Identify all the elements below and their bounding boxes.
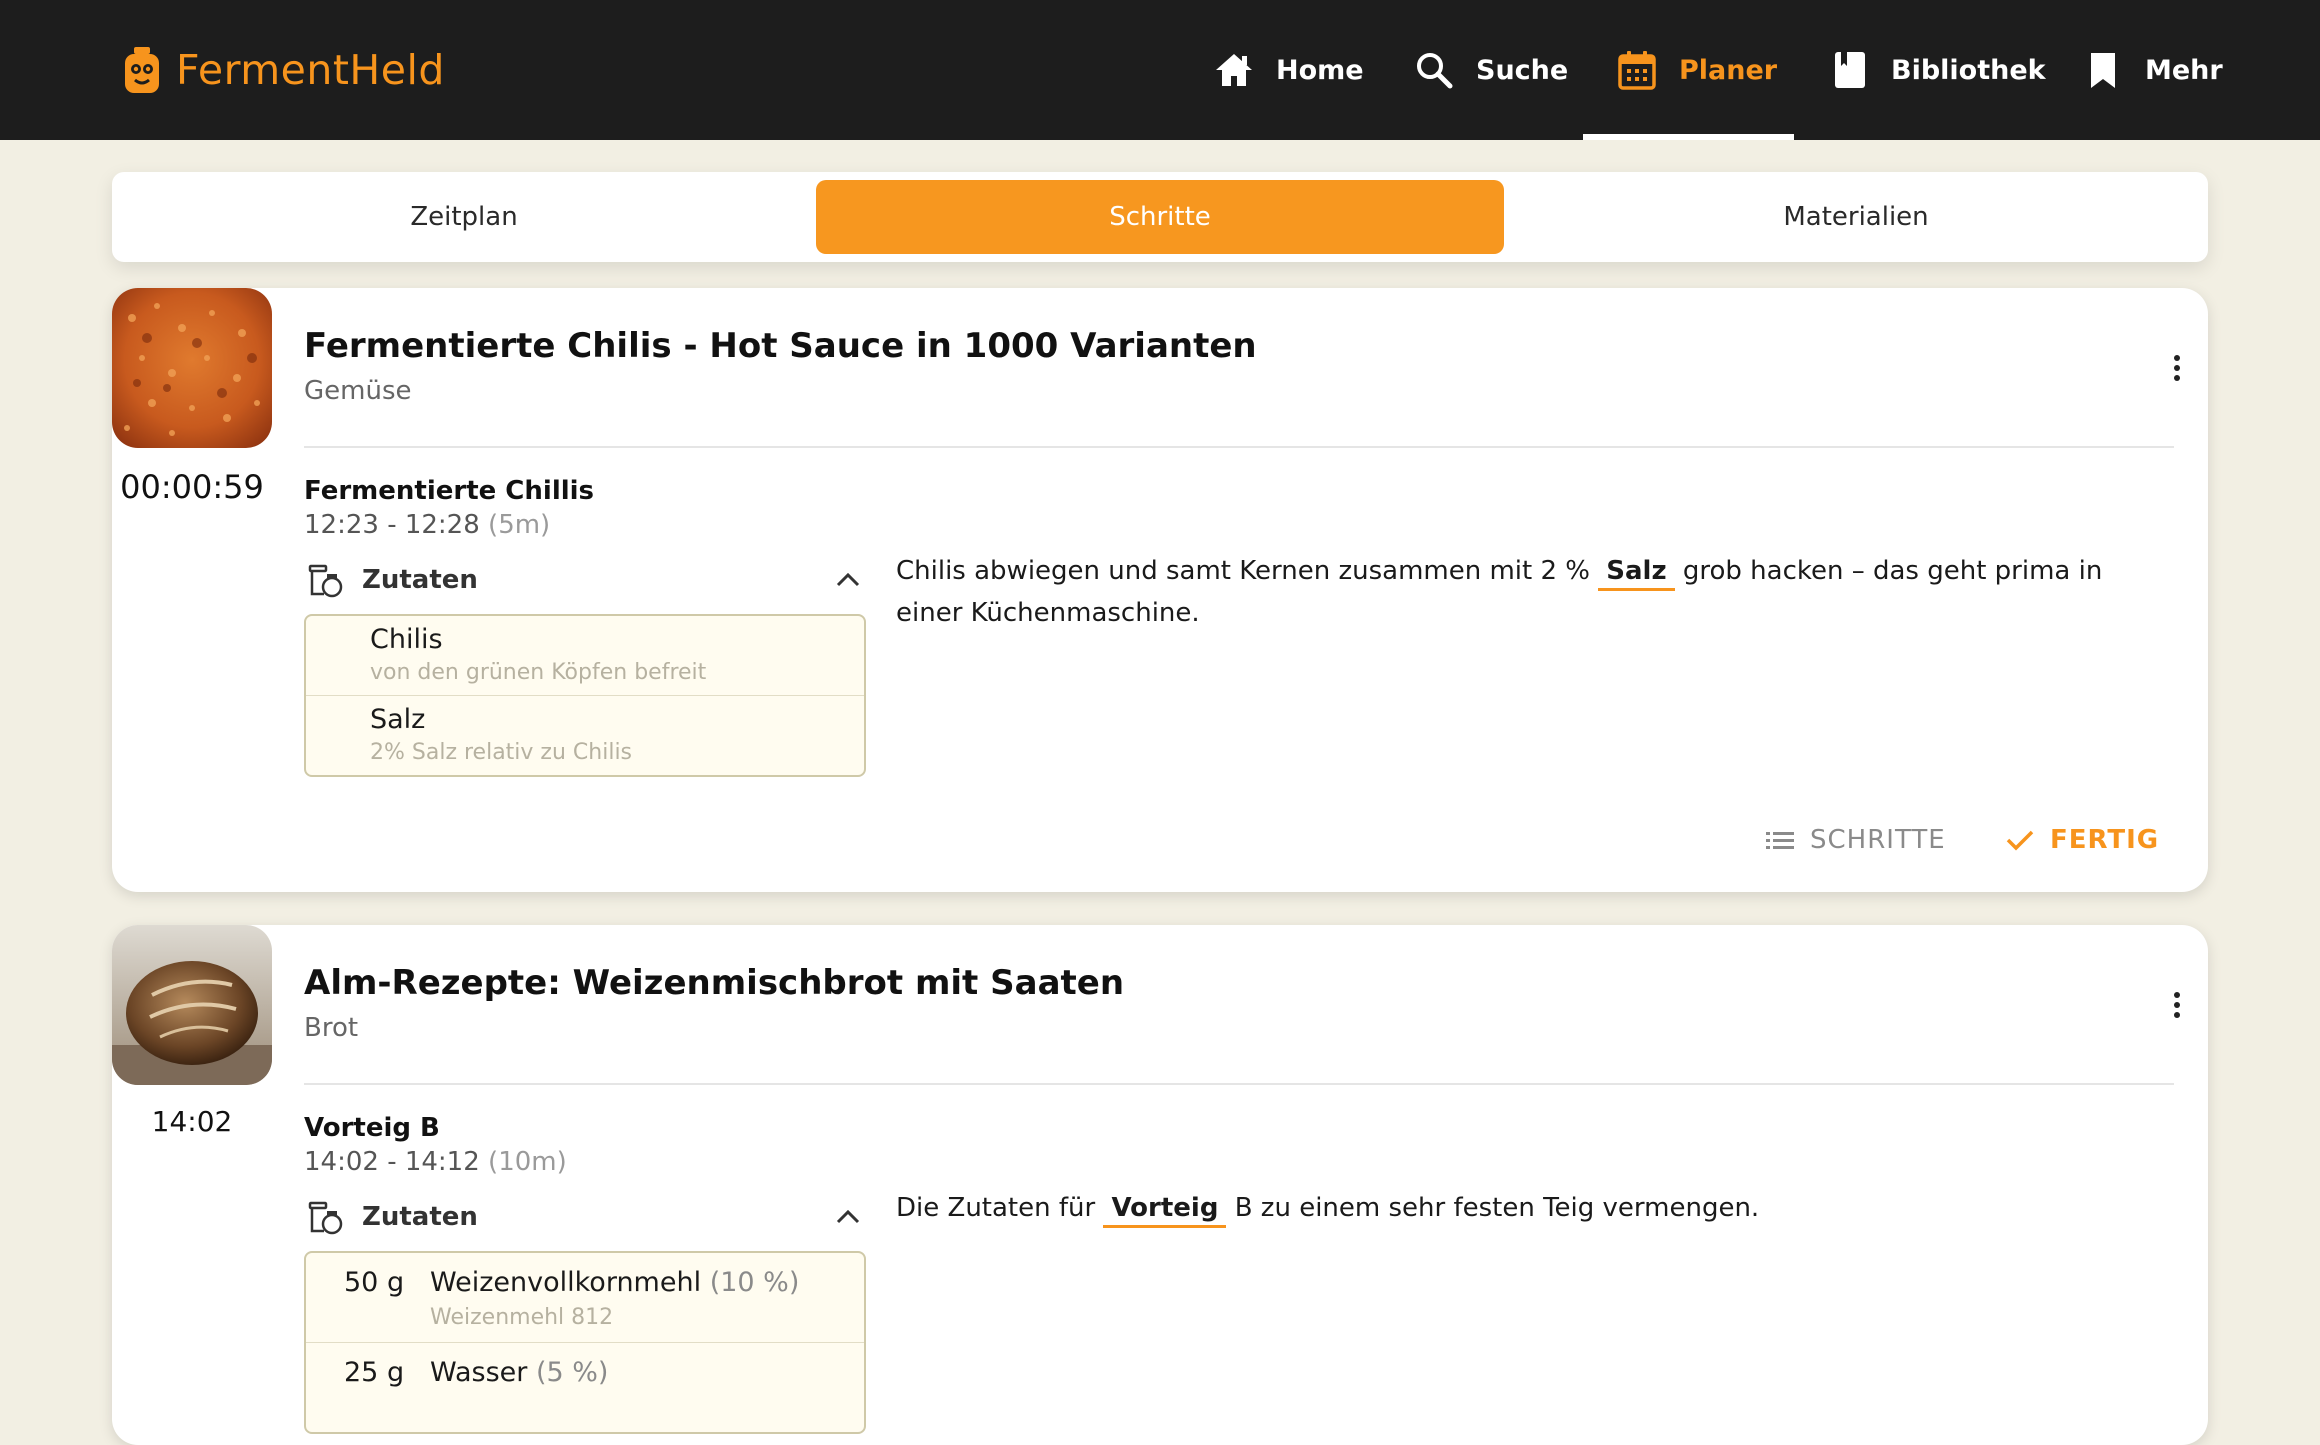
recipe-category: Brot (304, 1013, 359, 1043)
ingredient-name: Weizenvollkornmehl (430, 1267, 702, 1298)
jar-icon (308, 1201, 343, 1235)
ingredients-list: 50 g Weizenvollkornmehl (10 %) Weizenmeh… (304, 1251, 866, 1434)
book-icon (1835, 52, 1865, 88)
ingredient-row: Chilis von den grünen Köpfen befreit (306, 616, 864, 696)
ingredient-link-salz[interactable]: Salz (1598, 554, 1675, 591)
tab-schritte[interactable]: Schritte (816, 180, 1504, 254)
nav-planer-label: Planer (1679, 54, 1778, 86)
recipe-thumbnail-bread[interactable] (112, 925, 272, 1085)
app-logo[interactable]: FermentHeld (122, 40, 445, 100)
ingredient-row: Salz 2% Salz relativ zu Chilis (306, 696, 864, 775)
nav-bibliothek[interactable]: Bibliothek (1829, 0, 2046, 140)
step-start-time: 14:02 (151, 1105, 233, 1138)
nav-planer[interactable]: Planer (1617, 0, 1777, 140)
instruction-text: Chilis abwiegen und samt Kernen zusammen… (896, 556, 1599, 586)
checkmark-icon (2006, 830, 2034, 851)
nav-search-label: Suche (1476, 54, 1569, 86)
more-options-icon[interactable] (2172, 991, 2182, 1019)
ingredients-toggle[interactable]: Zutaten (304, 1195, 864, 1239)
step-duration: (5m) (488, 510, 551, 540)
nav-mehr-label: Mehr (2145, 54, 2223, 86)
recipe-thumbnail-chili[interactable] (112, 288, 272, 448)
ingredients-list: Chilis von den grünen Köpfen befreit Sal… (304, 614, 866, 777)
step-timer: 00:00:59 (120, 468, 264, 506)
step-time-range: 14:02 - 14:12 (304, 1147, 480, 1177)
ingredients-toggle[interactable]: Zutaten (304, 558, 864, 602)
instruction-text: B zu einem sehr festen Teig vermengen. (1226, 1193, 1760, 1223)
nav-home-label: Home (1276, 54, 1364, 86)
ingredient-row: 50 g Weizenvollkornmehl (10 %) Weizenmeh… (306, 1253, 864, 1343)
bread-loaf-image (112, 925, 272, 1085)
more-options-icon[interactable] (2172, 354, 2182, 382)
recipe-step-card: 00:00:59 Fermentierte Chilis - Hot Sauce… (112, 288, 2208, 892)
jar-mascot-icon (125, 47, 159, 93)
view-tabs: Zeitplan Schritte Materialien (112, 172, 2208, 262)
ingredient-quantity: 50 g (344, 1267, 405, 1298)
ingredients-label: Zutaten (362, 1202, 478, 1232)
chevron-up-icon (836, 572, 860, 587)
ingredient-name: Chilis (370, 624, 443, 655)
chevron-up-icon (836, 1209, 860, 1224)
ingredient-row: 25 g Wasser (5 %) (306, 1343, 864, 1432)
done-button-label: FERTIG (2050, 825, 2160, 855)
ingredient-percent: (10 %) (709, 1267, 800, 1298)
card-divider (304, 1083, 2174, 1085)
step-time-range: 12:23 - 12:28 (304, 510, 480, 540)
ingredient-quantity: 25 g (344, 1357, 405, 1388)
recipe-title: Alm-Rezepte: Weizenmischbrot mit Saaten (304, 963, 1125, 1003)
ingredient-name: Salz (370, 704, 426, 735)
step-duration: (10m) (488, 1147, 567, 1177)
tab-zeitplan[interactable]: Zeitplan (112, 180, 816, 254)
calendar-icon (1618, 51, 1656, 90)
step-time: 14:02 - 14:12 (10m) (304, 1147, 567, 1177)
step-time: 12:23 - 12:28 (5m) (304, 510, 550, 540)
ingredient-note: von den grünen Köpfen befreit (370, 660, 707, 685)
jar-icon (308, 564, 343, 598)
ingredient-note: Weizenmehl 812 (430, 1305, 614, 1330)
ingredient-percent: (5 %) (535, 1357, 609, 1388)
nav-search[interactable]: Suche (1414, 0, 1568, 140)
bookmark-icon (2091, 53, 2115, 88)
ingredient-note: 2% Salz relativ zu Chilis (370, 740, 633, 765)
steps-button[interactable]: SCHRITTE (1764, 824, 1946, 856)
step-name: Vorteig B (304, 1113, 440, 1143)
recipe-title: Fermentierte Chilis - Hot Sauce in 1000 … (304, 326, 1257, 366)
nav-home[interactable]: Home (1214, 0, 1364, 140)
top-navigation-bar: FermentHeld Home Suche Planer Bibliothek… (0, 0, 2320, 140)
app-name: FermentHeld (176, 46, 445, 94)
card-divider (304, 446, 2174, 448)
done-button[interactable]: FERTIG (2004, 824, 2159, 856)
step-instruction: Chilis abwiegen und samt Kernen zusammen… (896, 550, 2156, 634)
nav-bibliothek-label: Bibliothek (1891, 54, 2046, 86)
ingredient-name-wrap: Wasser (5 %) (430, 1357, 608, 1388)
active-nav-indicator (1583, 134, 1794, 140)
ingredients-label: Zutaten (362, 565, 478, 595)
ingredient-name: Wasser (430, 1357, 528, 1388)
home-icon (1216, 54, 1252, 86)
steps-button-label: SCHRITTE (1810, 825, 1946, 855)
ingredient-link-vorteig[interactable]: Vorteig (1103, 1191, 1227, 1228)
step-instruction: Die Zutaten für Vorteig B zu einem sehr … (896, 1187, 2156, 1229)
search-icon (1417, 53, 1453, 89)
tab-materialien[interactable]: Materialien (1504, 180, 2208, 254)
ingredient-name-wrap: Weizenvollkornmehl (10 %) (430, 1267, 799, 1298)
instruction-text: Die Zutaten für (896, 1193, 1104, 1223)
list-icon (1766, 832, 1794, 849)
recipe-category: Gemüse (304, 376, 412, 406)
nav-mehr[interactable]: Mehr (2083, 0, 2223, 140)
step-name: Fermentierte Chillis (304, 476, 595, 506)
chili-mash-image (112, 288, 272, 448)
recipe-step-card: 14:02 Alm-Rezepte: Weizenmischbrot mit S… (112, 925, 2208, 1445)
